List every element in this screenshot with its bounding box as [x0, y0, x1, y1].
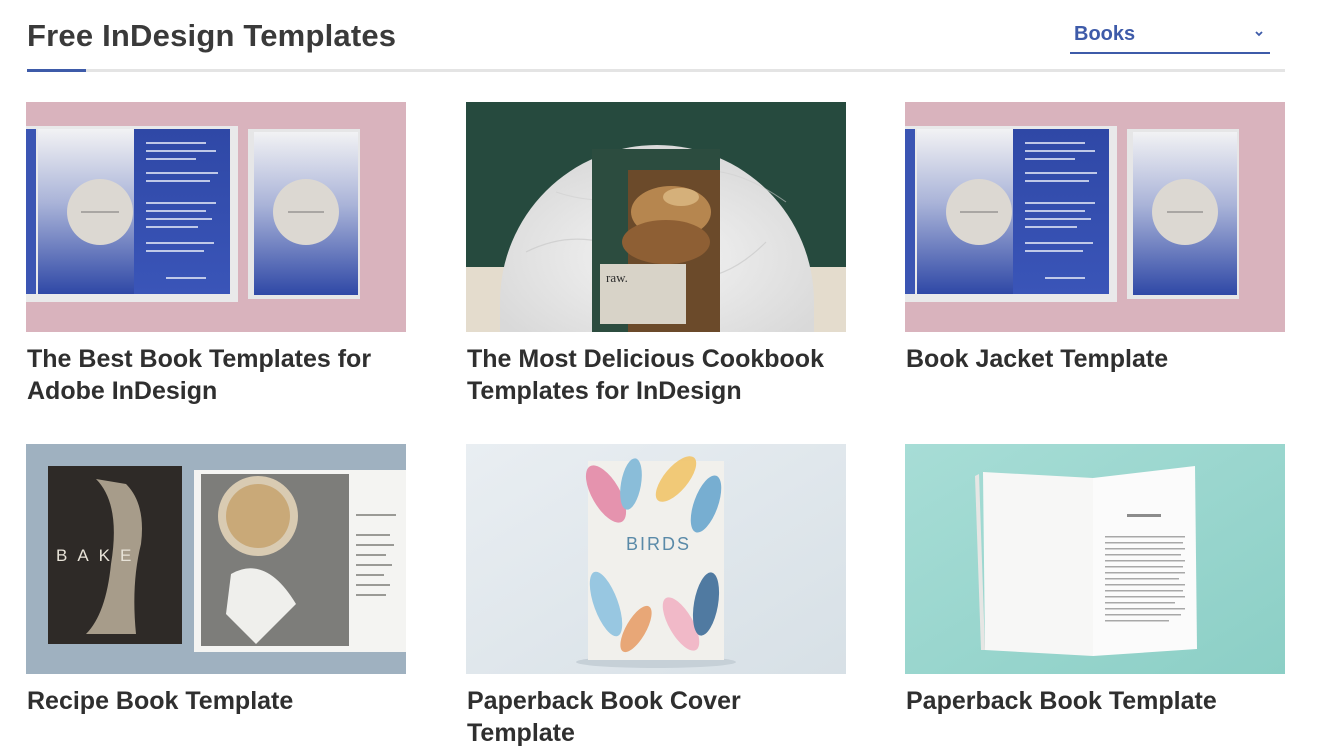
header-divider: [27, 69, 1285, 72]
page-title: Free InDesign Templates: [27, 18, 397, 53]
template-card[interactable]: BIRDS Paperback Book Cover Template: [466, 444, 846, 747]
card-title[interactable]: Paperback Book Cover Template: [466, 685, 846, 747]
book-jacket-pink-image[interactable]: [905, 102, 1285, 332]
card-title[interactable]: Paperback Book Template: [905, 685, 1285, 717]
chevron-down-icon: [1255, 31, 1263, 37]
birds-cover-image[interactable]: BIRDS: [466, 444, 846, 674]
birds-cover-text: BIRDS: [626, 534, 691, 554]
recipe-cover-text: BAKE: [56, 546, 141, 565]
card-title[interactable]: Recipe Book Template: [26, 685, 406, 717]
cookbook-cover-text: raw.: [606, 270, 628, 285]
template-card[interactable]: BAKE Recipe Book Template: [26, 444, 406, 717]
card-title[interactable]: The Most Delicious Cookbook Templates fo…: [466, 343, 846, 407]
template-card[interactable]: The Best Book Templates for Adobe InDesi…: [26, 102, 406, 407]
page: Free InDesign Templates Books The Best B…: [0, 0, 1322, 747]
card-title[interactable]: The Best Book Templates for Adobe InDesi…: [26, 343, 406, 407]
category-dropdown[interactable]: Books: [1070, 22, 1270, 54]
template-card[interactable]: Paperback Book Template: [905, 444, 1285, 717]
paperback-open-teal-image[interactable]: [905, 444, 1285, 674]
header-divider-accent: [27, 69, 86, 72]
template-card[interactable]: Book Jacket Template: [905, 102, 1285, 375]
book-spread-pink-image[interactable]: [26, 102, 406, 332]
template-card[interactable]: raw. The Most Delicious Cookbook Templat…: [466, 102, 846, 407]
recipe-book-bake-image[interactable]: BAKE: [26, 444, 406, 674]
category-dropdown-value: Books: [1074, 23, 1136, 45]
card-title[interactable]: Book Jacket Template: [905, 343, 1285, 375]
cookbook-marble-image[interactable]: raw.: [466, 102, 846, 332]
